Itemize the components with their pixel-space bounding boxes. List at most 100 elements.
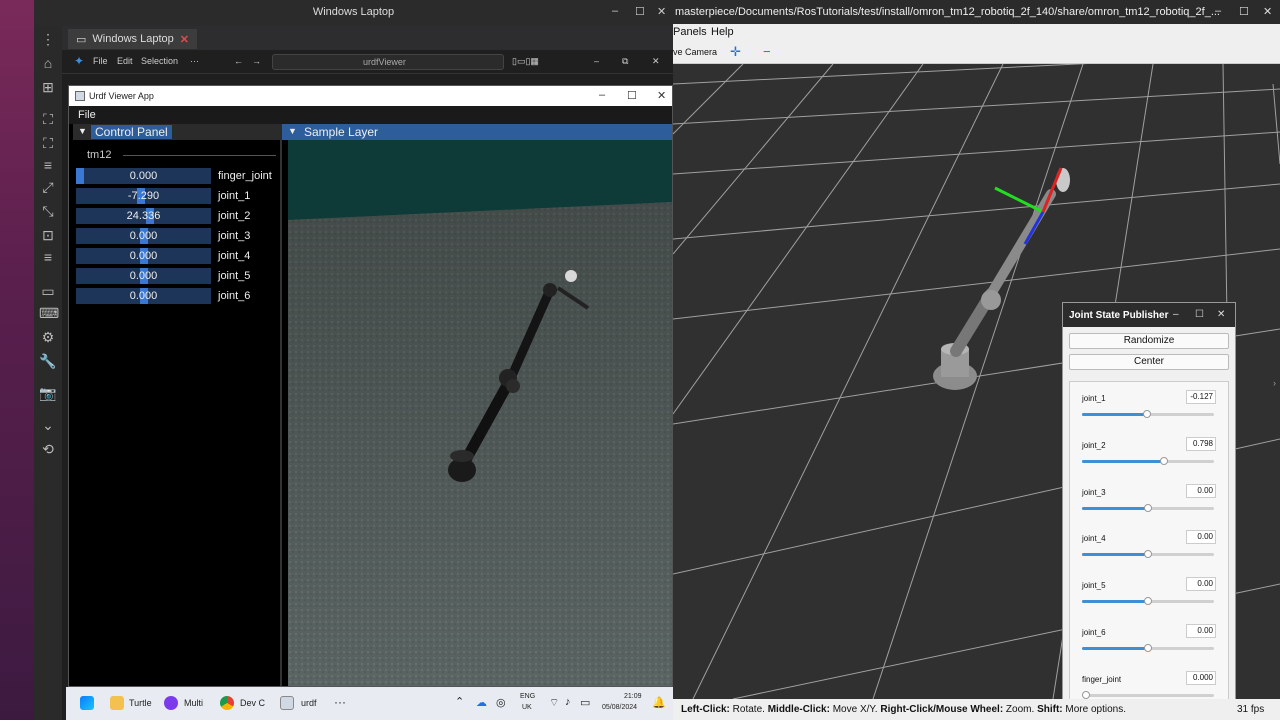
joint-slider-thumb[interactable] [1144, 644, 1152, 652]
scale-icon[interactable]: ⤡ [39, 202, 57, 220]
urdf-3d-viewport[interactable] [288, 140, 672, 686]
fullscreen-icon[interactable]: ⛶ [39, 134, 57, 152]
maximize-icon[interactable]: ☐ [1195, 309, 1204, 320]
language-indicator[interactable]: ENG [520, 693, 535, 700]
joint-slider-track[interactable] [1082, 503, 1214, 512]
close-tab-icon[interactable]: ✕ [180, 33, 189, 46]
joint-value-field[interactable]: 0.00 [1186, 483, 1216, 498]
joint-value[interactable]: 0.000 [76, 230, 211, 242]
collapse-triangle-icon[interactable]: ▼ [288, 126, 297, 136]
joint-slider-thumb[interactable] [1143, 410, 1151, 418]
joint-slider-track[interactable] [1082, 550, 1214, 559]
back-arrow-icon[interactable]: ← [234, 56, 243, 66]
control-panel-header[interactable]: ▼ Control Panel [73, 124, 282, 140]
resize-icon[interactable]: ⤢ [39, 178, 57, 196]
zoom-icon[interactable]: ⊡ [39, 226, 57, 244]
minimize-icon[interactable]: – [1173, 309, 1179, 320]
menu-panels[interactable]: Panels [673, 26, 707, 38]
joint-value[interactable]: 0.000 [76, 270, 211, 282]
close-icon[interactable]: ✕ [1263, 5, 1272, 18]
joint-value-field[interactable]: 0.798 [1186, 436, 1216, 451]
forward-arrow-icon[interactable]: → [252, 56, 261, 66]
center-button[interactable]: Center [1069, 354, 1229, 370]
layout-icon[interactable]: ▯▭▯▦ [512, 56, 539, 67]
taskbar-app-devc[interactable]: Dev C [240, 698, 265, 708]
joint-slider-thumb[interactable] [1144, 597, 1152, 606]
menu-selection[interactable]: Selection [141, 56, 178, 66]
sample-layer-header[interactable]: ▼ Sample Layer [282, 124, 672, 140]
joint-value-field[interactable]: 0.000 [1186, 670, 1216, 685]
menu-file[interactable]: File [93, 56, 108, 66]
more-apps-icon[interactable]: ··· [334, 695, 346, 709]
keyboard-icon[interactable]: ⌨ [39, 304, 59, 322]
joint-value-field[interactable]: 0.00 [1186, 624, 1216, 638]
rviz-3d-viewport[interactable]: › Joint State Publisher – ☐ ✕ Randomize … [673, 64, 1280, 699]
wrench-icon[interactable]: 🔧 [39, 352, 57, 370]
joint-value-field[interactable]: 0.00 [1186, 530, 1216, 545]
joint-row[interactable]: 24.336 joint_2 [76, 208, 281, 225]
restore-icon[interactable]: ⧉ [622, 56, 628, 67]
tab-windows-laptop[interactable]: ▭ Windows Laptop ✕ [68, 29, 197, 49]
urdf-app-icon[interactable] [280, 696, 294, 710]
home-icon[interactable]: ⌂ [39, 54, 57, 72]
minimize-icon[interactable]: – [599, 89, 605, 101]
battery-icon[interactable]: ▭ [580, 696, 590, 709]
menu-help[interactable]: Help [711, 26, 734, 38]
clock-time[interactable]: 21:09 [624, 693, 642, 700]
joint-value[interactable]: 0.000 [76, 170, 211, 182]
joint-value-field[interactable]: -0.127 [1186, 390, 1216, 404]
chevron-up-icon[interactable]: ⌃ [455, 695, 464, 708]
randomize-button[interactable]: Randomize [1069, 333, 1229, 349]
joint-slider-track[interactable] [1082, 456, 1214, 465]
minimize-icon[interactable]: – [1215, 5, 1221, 17]
chevron-down-icon[interactable]: ⌄ [39, 416, 57, 434]
maximize-icon[interactable]: ☐ [635, 5, 645, 18]
joint-row[interactable]: -7.290 joint_1 [76, 188, 281, 205]
clock-date[interactable]: 05/08/2024 [602, 704, 637, 711]
joint-row[interactable]: 0.000 joint_3 [76, 228, 281, 245]
region-indicator[interactable]: UK [522, 704, 532, 711]
vscode-search-input[interactable]: urdfViewer [272, 54, 504, 70]
taskbar-app-turtle[interactable]: Turtle [129, 698, 152, 708]
joint-row[interactable]: 0.000 joint_5 [76, 268, 281, 285]
joint-slider-track[interactable] [1082, 644, 1214, 652]
joint-value[interactable]: 0.000 [76, 290, 211, 302]
remove-tool-icon[interactable]: − [763, 44, 771, 59]
network-icon[interactable]: ◎ [496, 696, 506, 709]
menu-file[interactable]: File [78, 109, 96, 121]
screen-icon[interactable]: ▭ [39, 282, 57, 300]
joint-slider-thumb[interactable] [1144, 550, 1152, 559]
joint-slider-thumb[interactable] [1160, 456, 1168, 465]
joint-slider-thumb[interactable] [1144, 503, 1152, 512]
joint-value[interactable]: 0.000 [76, 250, 211, 262]
collapse-triangle-icon[interactable]: ▼ [78, 126, 87, 136]
disconnect-icon[interactable]: ⟲ [39, 440, 57, 458]
fit-screen-icon[interactable]: ⛶ [39, 110, 57, 128]
maximize-icon[interactable]: ☐ [627, 89, 637, 102]
folder-icon[interactable] [110, 696, 124, 710]
camera-icon[interactable]: 📷 [39, 384, 57, 402]
volume-icon[interactable]: ♪ [565, 696, 571, 708]
joint-slider-track[interactable] [1082, 410, 1214, 418]
move-camera-tool[interactable]: ve Camera [673, 47, 717, 57]
add-tool-icon[interactable]: ✛ [730, 44, 741, 60]
multi-app-icon[interactable] [164, 696, 178, 710]
joint-value[interactable]: 24.336 [76, 210, 211, 222]
maximize-icon[interactable]: ☐ [1239, 5, 1249, 18]
chrome-icon[interactable] [220, 696, 234, 710]
joint-row[interactable]: 0.000 joint_6 [76, 288, 281, 305]
taskbar-app-multi[interactable]: Multi [184, 698, 203, 708]
joint-row[interactable]: 0.000 joint_4 [76, 248, 281, 265]
wifi-icon[interactable]: ⌔ [549, 696, 559, 710]
close-icon[interactable]: ✕ [657, 5, 666, 18]
joint-slider-thumb[interactable] [1082, 690, 1090, 699]
joint-row[interactable]: 0.000 finger_joint [76, 168, 281, 185]
menu-edit[interactable]: Edit [117, 56, 133, 66]
minimize-icon[interactable]: – [594, 56, 599, 66]
new-window-icon[interactable]: ⊞ [39, 78, 57, 96]
more-icon[interactable]: ⋮ [39, 30, 57, 48]
list-icon[interactable]: ≡ [39, 248, 57, 266]
close-icon[interactable]: ✕ [657, 89, 666, 102]
cloud-icon[interactable]: ☁ [476, 696, 487, 709]
joint-slider-track[interactable] [1082, 690, 1214, 699]
